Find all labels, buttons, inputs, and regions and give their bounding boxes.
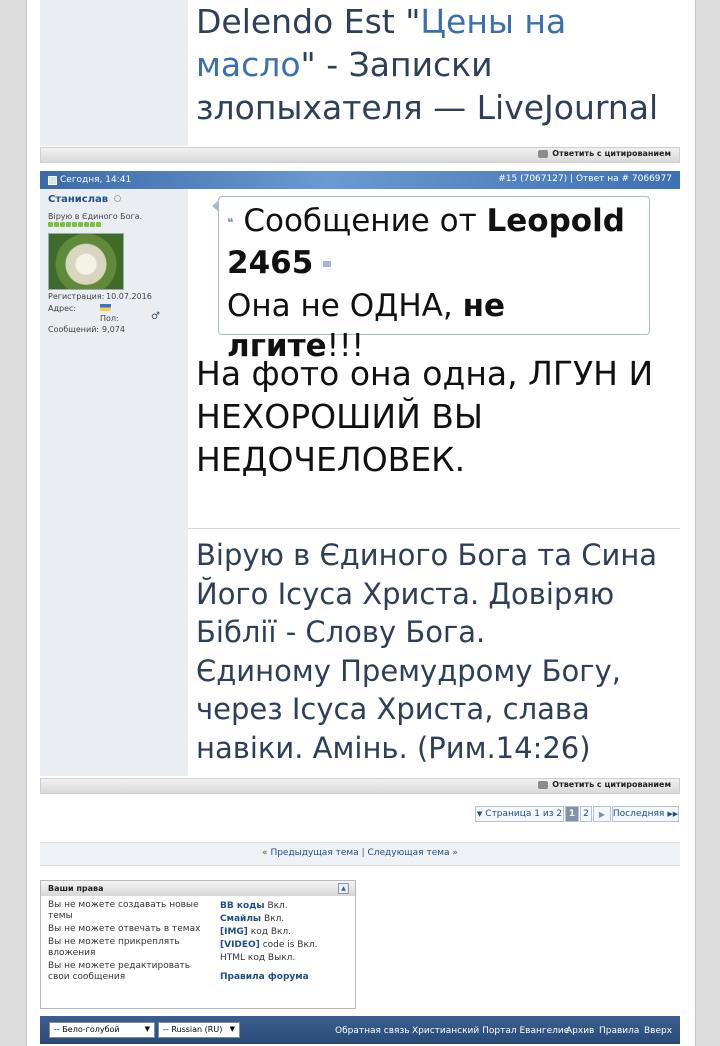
last-arrow-icon: ▶▶	[667, 810, 679, 818]
messages-value: 9,074	[102, 325, 125, 334]
male-icon: ♂	[151, 311, 160, 322]
signature-divider	[188, 528, 680, 529]
reply-quote-button[interactable]: Ответить с цитированием	[538, 149, 671, 158]
offline-status-icon	[113, 195, 121, 202]
post-message: На фото она одна, ЛГУН И НЕХОРОШИЙ ВЫ НЕ…	[196, 354, 654, 479]
footer-link-rules[interactable]: Правила	[599, 1026, 639, 1036]
post-number-link[interactable]: #15 (7067127)	[498, 174, 567, 184]
style-select[interactable]: -- Бело-голубой ▼	[49, 1022, 155, 1038]
title-prefix: Delendo Est "	[196, 2, 421, 41]
last-page-link[interactable]: Последняя ▶▶	[612, 806, 679, 822]
forum-rules-link[interactable]: Правила форума	[220, 972, 309, 982]
post-footer-bar: Ответить с цитированием	[40, 778, 680, 794]
footer-link-portal[interactable]: Христианский Портал Евангелие	[412, 1026, 569, 1036]
reply-to-link[interactable]: Ответ на # 7066977	[576, 174, 672, 184]
registration-label: Регистрация:	[48, 292, 105, 301]
next-arrow-icon: ▶	[598, 809, 606, 819]
post-meta: #15 (7067127) | Ответ на # 7066977	[498, 174, 672, 184]
footer-link-top[interactable]: Вверх	[644, 1026, 672, 1036]
prev-thread-link[interactable]: Предыдущая тема	[270, 848, 358, 858]
perm-left-col: Вы не можете создавать новые темы Вы не …	[48, 900, 201, 982]
bbcode-link[interactable]: BB коды	[220, 901, 265, 911]
img-code-link[interactable]: [IMG]	[220, 927, 248, 937]
post-date: Сегодня, 14:41	[48, 175, 131, 185]
address-label: Адрес:	[48, 304, 77, 313]
quote-arrow-icon	[212, 200, 219, 212]
post-header-bar: Сегодня, 14:41 #15 (7067127) | Ответ на …	[40, 171, 680, 189]
next-page-button[interactable]: ▶	[593, 806, 611, 822]
permissions-panel: Ваши права ▲ Вы не можете создавать новы…	[40, 880, 356, 1009]
smilies-link[interactable]: Смайлы	[220, 914, 261, 924]
quote-block: ❝ Сообщение от Leopold 2465 Она не ОДНА,…	[212, 196, 650, 364]
footer-bar: -- Бело-голубой ▼ -- Russian (RU) ▼ Обра…	[40, 1016, 680, 1044]
reputation-bar	[48, 222, 101, 227]
page-info-dropdown[interactable]: ▼ Страница 1 из 2	[475, 806, 564, 822]
chevron-down-icon: ▼	[144, 1025, 150, 1033]
post-status-icon	[48, 175, 57, 185]
reply-bubble-icon	[538, 149, 549, 158]
collapse-icon[interactable]: ▲	[338, 883, 349, 894]
perm-right-col: BB коды Вкл. Смайлы Вкл. [IMG] код Вкл. …	[220, 901, 318, 982]
page-2-link[interactable]: 2	[580, 806, 592, 822]
chevron-down-icon: ▼	[229, 1025, 235, 1033]
next-thread-link[interactable]: Следующая тема	[367, 848, 449, 858]
footer-link-contact[interactable]: Обратная связь	[335, 1026, 410, 1036]
username-link[interactable]: Станислав	[48, 194, 121, 205]
flag-icon	[100, 304, 111, 311]
avatar[interactable]	[48, 233, 124, 290]
view-post-icon[interactable]	[323, 261, 332, 267]
sex-label: Пол:	[100, 314, 119, 323]
reply-bubble-icon	[538, 780, 549, 789]
user-title: Вірую в Єдиного Бога.	[48, 212, 143, 221]
post-link-title[interactable]: Delendo Est "Цены на масло" - Записки зл…	[196, 0, 666, 129]
reply-quote-button-2[interactable]: Ответить с цитированием	[538, 780, 671, 789]
quote-marks-icon: ❝	[227, 215, 234, 230]
signature: Вірую в Єдиного Бога та Сина Його Ісуса …	[196, 538, 658, 765]
page-current: 1	[565, 806, 579, 822]
footer-link-archive[interactable]: Архив	[566, 1026, 594, 1036]
top-post-footer-bar: Ответить с цитированием	[40, 147, 680, 163]
permissions-header: Ваши права ▲	[41, 881, 355, 896]
language-select[interactable]: -- Russian (RU) ▼	[158, 1022, 240, 1038]
quote-header: ❝ Сообщение от Leopold 2465	[227, 203, 625, 281]
thread-nav: « Предыдущая тема | Следующая тема »	[262, 848, 458, 858]
messages-label: Сообщений:	[48, 325, 100, 334]
chevron-down-icon: ▼	[476, 810, 483, 818]
top-post-userinfo	[40, 0, 188, 146]
registration-value: 10.07.2016	[106, 292, 152, 301]
video-code-link[interactable]: [VIDEO]	[220, 940, 260, 950]
